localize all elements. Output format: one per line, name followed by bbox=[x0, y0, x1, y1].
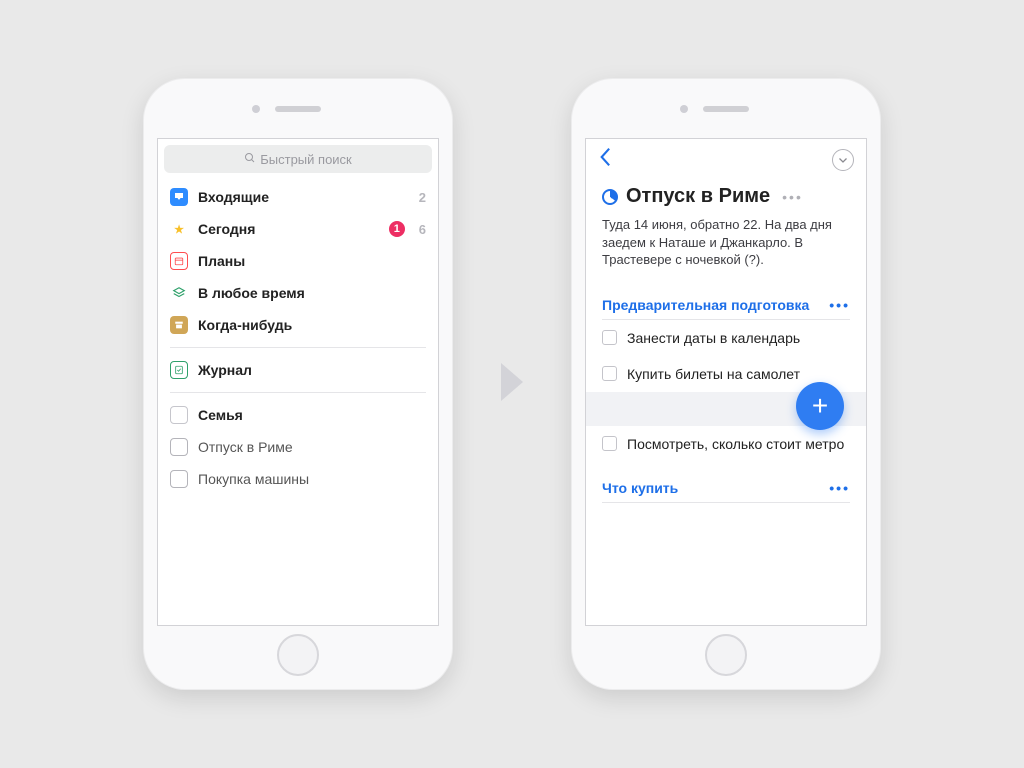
project-menu-button[interactable]: ••• bbox=[782, 189, 803, 205]
phone-left: Быстрый поиск Входящие 2 ★ Сегодня 1 6 bbox=[143, 78, 453, 690]
star-icon: ★ bbox=[170, 220, 188, 238]
sidebar-item-today[interactable]: ★ Сегодня 1 6 bbox=[158, 213, 438, 245]
sidebar-item-anytime[interactable]: В любое время bbox=[158, 277, 438, 309]
new-task-placeholder[interactable]: + bbox=[586, 392, 866, 426]
arrow-icon bbox=[501, 363, 523, 406]
stack-icon bbox=[170, 284, 188, 302]
task-row[interactable]: Посмотреть, сколько стоит метро bbox=[586, 426, 866, 462]
screen-left: Быстрый поиск Входящие 2 ★ Сегодня 1 6 bbox=[157, 138, 439, 626]
sidebar-item-someday[interactable]: Когда-нибудь bbox=[158, 309, 438, 341]
search-placeholder: Быстрый поиск bbox=[260, 152, 352, 167]
logbook-icon bbox=[170, 361, 188, 379]
search-input[interactable]: Быстрый поиск bbox=[164, 145, 432, 173]
task-row[interactable]: Занести даты в календарь bbox=[586, 320, 866, 356]
count: 2 bbox=[419, 190, 426, 205]
area-icon bbox=[170, 406, 188, 424]
back-button[interactable] bbox=[598, 147, 612, 173]
checkbox-icon[interactable] bbox=[602, 436, 617, 451]
archive-icon bbox=[170, 316, 188, 334]
home-button[interactable] bbox=[277, 634, 319, 676]
project-progress-icon bbox=[602, 189, 618, 205]
sidebar-area-family[interactable]: Семья bbox=[158, 399, 438, 431]
divider bbox=[170, 392, 426, 393]
sidebar-item-inbox[interactable]: Входящие 2 bbox=[158, 181, 438, 213]
checkbox-icon[interactable] bbox=[602, 366, 617, 381]
project-icon bbox=[170, 438, 188, 456]
phone-right: Отпуск в Риме ••• Туда 14 июня, обратно … bbox=[571, 78, 881, 690]
screen-right: Отпуск в Риме ••• Туда 14 июня, обратно … bbox=[585, 138, 867, 626]
sidebar-item-upcoming[interactable]: Планы bbox=[158, 245, 438, 277]
section-header-prep[interactable]: Предварительная подготовка ••• bbox=[602, 297, 850, 320]
inbox-icon bbox=[170, 188, 188, 206]
count: 6 bbox=[419, 222, 426, 237]
sidebar-item-logbook[interactable]: Журнал bbox=[158, 354, 438, 386]
home-button[interactable] bbox=[705, 634, 747, 676]
add-button[interactable]: + bbox=[796, 382, 844, 430]
search-icon bbox=[244, 152, 256, 167]
sidebar-project-vacation[interactable]: Отпуск в Риме bbox=[158, 431, 438, 463]
project-icon bbox=[170, 470, 188, 488]
divider bbox=[170, 347, 426, 348]
checkbox-icon[interactable] bbox=[602, 330, 617, 345]
project-title: Отпуск в Риме bbox=[626, 185, 770, 208]
calendar-icon bbox=[170, 252, 188, 270]
project-notes[interactable]: Туда 14 июня, обратно 22. На два дня зае… bbox=[602, 216, 850, 269]
sidebar-project-car[interactable]: Покупка машины bbox=[158, 463, 438, 495]
section-menu-button[interactable]: ••• bbox=[829, 480, 850, 496]
today-badge: 1 bbox=[389, 221, 405, 237]
section-menu-button[interactable]: ••• bbox=[829, 297, 850, 313]
collapse-button[interactable] bbox=[832, 149, 854, 171]
section-header-buy[interactable]: Что купить ••• bbox=[602, 480, 850, 503]
